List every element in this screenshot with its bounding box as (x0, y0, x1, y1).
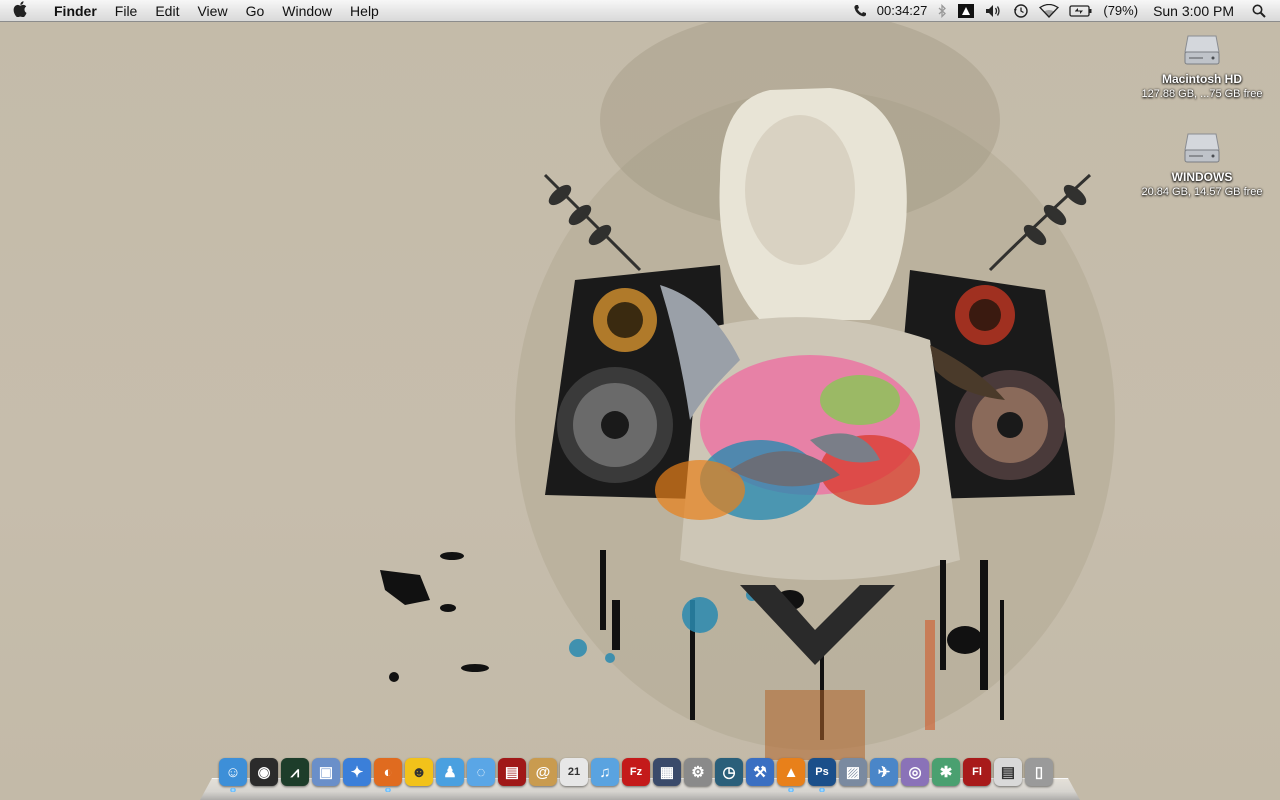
time-machine-icon[interactable] (1008, 0, 1034, 22)
photoshop-icon: Ps (808, 758, 836, 786)
dock-item-activity-monitor[interactable]: ⩘ (280, 758, 310, 792)
xcode-icon: ⚒ (746, 758, 774, 786)
itunes-icon: ♫ (591, 758, 619, 786)
dock-item-preview[interactable]: ▣ (311, 758, 341, 792)
itunes-helper-icon: ◎ (901, 758, 929, 786)
menu-view[interactable]: View (188, 0, 236, 22)
dock-item-ichat[interactable]: ◌ (466, 758, 496, 792)
wifi-icon[interactable] (1034, 0, 1064, 22)
dock-item-filezilla[interactable]: Fz (621, 758, 651, 792)
dock-item-adium[interactable]: ☻ (404, 758, 434, 792)
bluetooth-icon[interactable] (932, 0, 952, 22)
spaces-icon: ▦ (653, 758, 681, 786)
menubar-clock[interactable]: Sun 3:00 PM (1143, 0, 1246, 22)
documents-stack-icon: ▤ (994, 758, 1022, 786)
dock-item-safari[interactable]: ✦ (342, 758, 372, 792)
drive-info: 20.84 GB, 14.57 GB free (1141, 186, 1263, 198)
dock-item-ical[interactable]: 21 (559, 758, 589, 792)
dock-item-transmit[interactable]: ✈ (869, 758, 899, 792)
ical-icon: 21 (560, 758, 588, 786)
dock-item-flash[interactable]: Fl (962, 758, 992, 792)
drive-info: 127.88 GB, ...75 GB free (1141, 88, 1263, 100)
time-machine-icon: ◷ (715, 758, 743, 786)
dock-item-xcode[interactable]: ⚒ (745, 758, 775, 792)
firefox-icon: ◐ (374, 758, 402, 786)
menu-help[interactable]: Help (341, 0, 388, 22)
hard-drive-icon (1184, 133, 1220, 163)
system-preferences-icon: ⚙ (684, 758, 712, 786)
menu-window[interactable]: Window (273, 0, 341, 22)
desktop-drive-windows[interactable]: WINDOWS 20.84 GB, 14.57 GB free (1132, 128, 1272, 199)
flash-icon: Fl (963, 758, 991, 786)
adium-icon: ☻ (405, 758, 433, 786)
dock-item-iphoto[interactable]: ▨ (838, 758, 868, 792)
preview-icon: ▣ (312, 758, 340, 786)
running-indicator (788, 788, 794, 792)
running-indicator (385, 788, 391, 792)
dock-item-vlc[interactable]: ▲ (776, 758, 806, 792)
battery-icon[interactable] (1064, 0, 1098, 22)
iphoto-icon: ▨ (839, 758, 867, 786)
photo-booth-icon: ▤ (498, 758, 526, 786)
transmit-icon: ✈ (870, 758, 898, 786)
bittorrent-icon: ✱ (932, 758, 960, 786)
dock-item-documents-stack[interactable]: ▤ (993, 758, 1023, 792)
battery-percentage[interactable]: (79%) (1098, 0, 1143, 22)
dock-item-messenger[interactable]: ♟ (435, 758, 465, 792)
menu-app-finder[interactable]: Finder (40, 0, 106, 22)
dock-item-bittorrent[interactable]: ✱ (931, 758, 961, 792)
menu-go[interactable]: Go (237, 0, 274, 22)
dock-item-photoshop[interactable]: Ps (807, 758, 837, 792)
filezilla-icon: Fz (622, 758, 650, 786)
dock-item-itunes[interactable]: ♫ (590, 758, 620, 792)
apple-menu[interactable] (0, 0, 40, 22)
dock-item-address-book[interactable]: @ (528, 758, 558, 792)
trash-icon: ▯ (1025, 758, 1053, 786)
phone-icon[interactable] (848, 0, 872, 22)
wallpaper-art (380, 10, 1115, 760)
ichat-icon: ◌ (467, 758, 495, 786)
drive-name: WINDOWS (1171, 170, 1233, 184)
dock-item-firefox[interactable]: ◐ (373, 758, 403, 792)
menu-edit[interactable]: Edit (146, 0, 188, 22)
mirror-icon[interactable] (952, 0, 980, 22)
dock-item-time-machine[interactable]: ◷ (714, 758, 744, 792)
spotlight-icon[interactable] (1246, 0, 1280, 22)
apple-logo-icon (13, 1, 27, 20)
menu-file[interactable]: File (106, 0, 147, 22)
hard-drive-icon (1184, 35, 1220, 65)
activity-monitor-icon: ⩘ (281, 758, 309, 786)
dashboard-icon: ◉ (250, 758, 278, 786)
volume-icon[interactable] (980, 0, 1008, 22)
running-indicator (230, 788, 236, 792)
address-book-icon: @ (529, 758, 557, 786)
dock-item-system-preferences[interactable]: ⚙ (683, 758, 713, 792)
messenger-icon: ♟ (436, 758, 464, 786)
drive-name: Macintosh HD (1161, 72, 1242, 86)
finder-icon: ☺ (219, 758, 247, 786)
dock-item-finder[interactable]: ☺ (218, 758, 248, 792)
dock-item-spaces[interactable]: ▦ (652, 758, 682, 792)
call-timer[interactable]: 00:34:27 (872, 0, 933, 22)
dock-item-dashboard[interactable]: ◉ (249, 758, 279, 792)
dock: ☺ ◉ ⩘ ▣ ✦ ◐ ☻ ♟ ◌ ▤ @21 ♫ Fz ▦ ⚙ ◷ ⚒ ▲ Ps ▨ ✈ ◎ ✱ Fl ▤ ▯ (218, 758, 1054, 792)
desktop-drive-macintosh-hd[interactable]: Macintosh HD 127.88 GB, ...75 GB free (1132, 30, 1272, 101)
desktop-wallpaper (0, 0, 1280, 800)
dock-item-trash[interactable]: ▯ (1024, 758, 1054, 792)
dock-item-photo-booth[interactable]: ▤ (497, 758, 527, 792)
menu-bar: Finder File Edit View Go Window Help 00:… (0, 0, 1280, 22)
vlc-icon: ▲ (777, 758, 805, 786)
running-indicator (819, 788, 825, 792)
safari-icon: ✦ (343, 758, 371, 786)
dock-item-itunes-helper[interactable]: ◎ (900, 758, 930, 792)
